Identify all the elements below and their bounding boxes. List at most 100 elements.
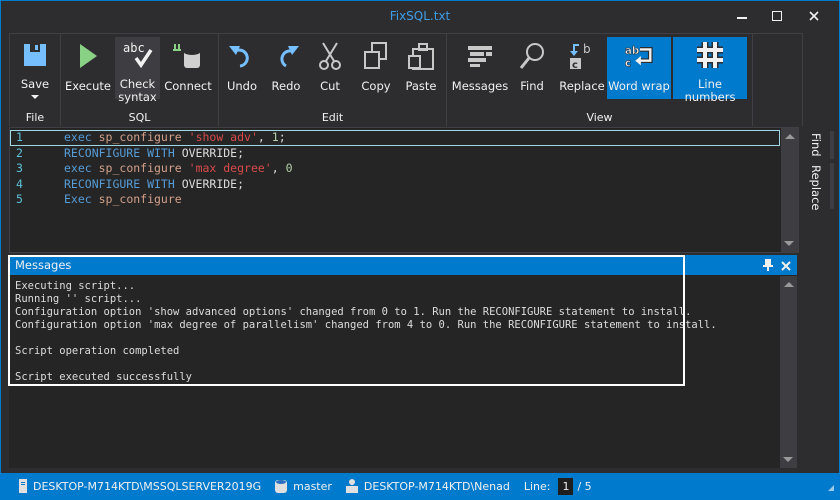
status-database: master [275, 479, 332, 493]
user-icon [345, 479, 358, 493]
svg-text:c: c [572, 60, 578, 71]
spellcheck-icon: abc [122, 40, 154, 70]
redo-label: Redo [271, 79, 301, 93]
connect-button[interactable]: Connect [163, 37, 213, 99]
editor-scrollbar[interactable] [781, 128, 798, 252]
code-line[interactable]: 3 exec sp_configure 'max degree', 0 [10, 161, 780, 177]
line-label: Line: [523, 479, 551, 493]
code-token: exec [64, 130, 99, 144]
find-button[interactable]: Find [515, 37, 549, 99]
side-tab-divider [830, 131, 834, 159]
line-number: 4 [16, 176, 23, 191]
code-token: Exec [64, 192, 99, 206]
code-line[interactable]: 2 RECONFIGURE WITH OVERRIDE; [10, 146, 780, 162]
group-label-sql: SQL [128, 111, 151, 124]
window-title: FixSQL.txt [389, 9, 451, 23]
magnifier-icon [516, 40, 548, 72]
maximize-button[interactable] [762, 5, 792, 27]
svg-text:b: b [583, 42, 591, 56]
code-token: 'show adv' [188, 130, 258, 144]
messages-button[interactable]: Messages [451, 37, 509, 99]
line-number: 1 [16, 130, 23, 144]
messages-label: Messages [451, 79, 509, 93]
code-token: ; [278, 130, 286, 144]
minimize-button[interactable] [727, 5, 757, 27]
code-editor[interactable]: 1 exec sp_configure 'show adv', 1; 2 RECONF… [9, 127, 799, 253]
code-line[interactable]: 4 RECONFIGURE WITH OVERRIDE; [10, 177, 780, 193]
message-line: Configuration option 'max degree of para… [15, 319, 717, 331]
code-token: RECONFIGURE WITH [64, 145, 182, 160]
find-label: Find [520, 79, 544, 93]
side-tab-find[interactable]: Find [809, 133, 823, 157]
hash-icon [694, 40, 726, 70]
check-syntax-button[interactable]: abc Check syntax [115, 37, 160, 104]
line-number-input[interactable]: 1 [558, 477, 574, 495]
messages-scrollbar[interactable] [780, 276, 797, 468]
copy-button[interactable]: Copy [359, 37, 393, 99]
app-window: FixSQL.txt Save File Execute abc Check s… [0, 0, 840, 500]
messages-output[interactable]: Executing script... Running '' script... C… [9, 276, 779, 468]
message-line [9, 358, 779, 371]
scroll-up-arrow-icon[interactable] [783, 282, 794, 287]
save-button[interactable]: Save [14, 37, 56, 99]
code-token: sp_configure [98, 130, 189, 144]
svg-text:ab: ab [625, 45, 639, 57]
ribbon-group-file: Save File [10, 34, 61, 126]
line-numbers-button[interactable]: Line numbers [673, 37, 747, 104]
code-token: sp_configure [98, 192, 182, 206]
message-line: Script executed successfully [15, 371, 193, 383]
database-icon [275, 479, 288, 493]
svg-text:c: c [625, 57, 631, 69]
code-token: RECONFIGURE WITH [64, 176, 182, 191]
word-wrap-button[interactable]: ab c Word wrap [607, 37, 671, 99]
messages-panel-header: Messages [9, 255, 797, 275]
code-token: ; [237, 145, 245, 160]
side-tab-replace[interactable]: Replace [809, 165, 823, 211]
maximize-icon [772, 11, 782, 21]
save-label: Save [20, 77, 50, 91]
code-lines[interactable]: 1 exec sp_configure 'show adv', 1; 2 RECONF… [10, 130, 780, 208]
close-button[interactable] [799, 5, 829, 27]
scroll-up-arrow-icon[interactable] [784, 134, 795, 139]
message-line [9, 332, 779, 345]
redo-button[interactable]: Redo [269, 37, 303, 99]
resize-grip-icon[interactable] [827, 482, 835, 495]
save-dropdown-icon[interactable] [31, 95, 39, 99]
code-line[interactable]: 5 Exec sp_configure [10, 192, 780, 208]
paste-icon [405, 40, 437, 72]
status-user: DESKTOP-M714KTD\Nenad [345, 479, 510, 493]
cut-label: Cut [320, 79, 340, 93]
code-token: OVERRIDE [181, 176, 238, 191]
messages-panel: Messages Executing script... Running '' s… [9, 255, 797, 468]
title-bar: FixSQL.txt [1, 1, 839, 31]
undo-button[interactable]: Undo [225, 37, 259, 99]
side-tab-divider [830, 163, 834, 209]
line-number: 5 [16, 192, 23, 206]
paste-button[interactable]: Paste [403, 37, 439, 99]
replace-label: Replace [559, 79, 605, 93]
code-token: ; [237, 176, 245, 191]
ribbon-toolbar: Save File Execute abc Check syntax Conne… [9, 33, 803, 126]
replace-icon: bc [566, 40, 598, 72]
undo-icon [226, 40, 258, 72]
paste-label: Paste [405, 79, 437, 93]
execute-button[interactable]: Execute [65, 37, 111, 99]
status-server: DESKTOP-M714KTD\MSSQLSERVER2019G [19, 479, 261, 493]
pin-icon[interactable] [763, 259, 773, 274]
close-panel-icon[interactable] [781, 260, 791, 274]
messages-panel-title: Messages [15, 258, 72, 272]
execute-label: Execute [65, 79, 111, 93]
scissors-icon [314, 40, 346, 72]
svg-text:abc: abc [123, 41, 145, 55]
scroll-down-arrow-icon[interactable] [784, 241, 794, 246]
close-icon [809, 11, 819, 21]
message-line: Executing script... [15, 280, 136, 292]
scroll-down-arrow-icon[interactable] [783, 457, 793, 462]
code-token: 'max degree' [188, 161, 272, 175]
replace-button[interactable]: bc Replace [559, 37, 605, 99]
message-line: Configuration option 'show advanced opti… [15, 306, 692, 318]
code-line[interactable]: 1 exec sp_configure 'show adv', 1; [10, 130, 780, 146]
ribbon-group-sql: Execute abc Check syntax Connect SQL [61, 34, 219, 126]
cut-button[interactable]: Cut [315, 37, 345, 99]
minimize-icon [737, 17, 747, 19]
